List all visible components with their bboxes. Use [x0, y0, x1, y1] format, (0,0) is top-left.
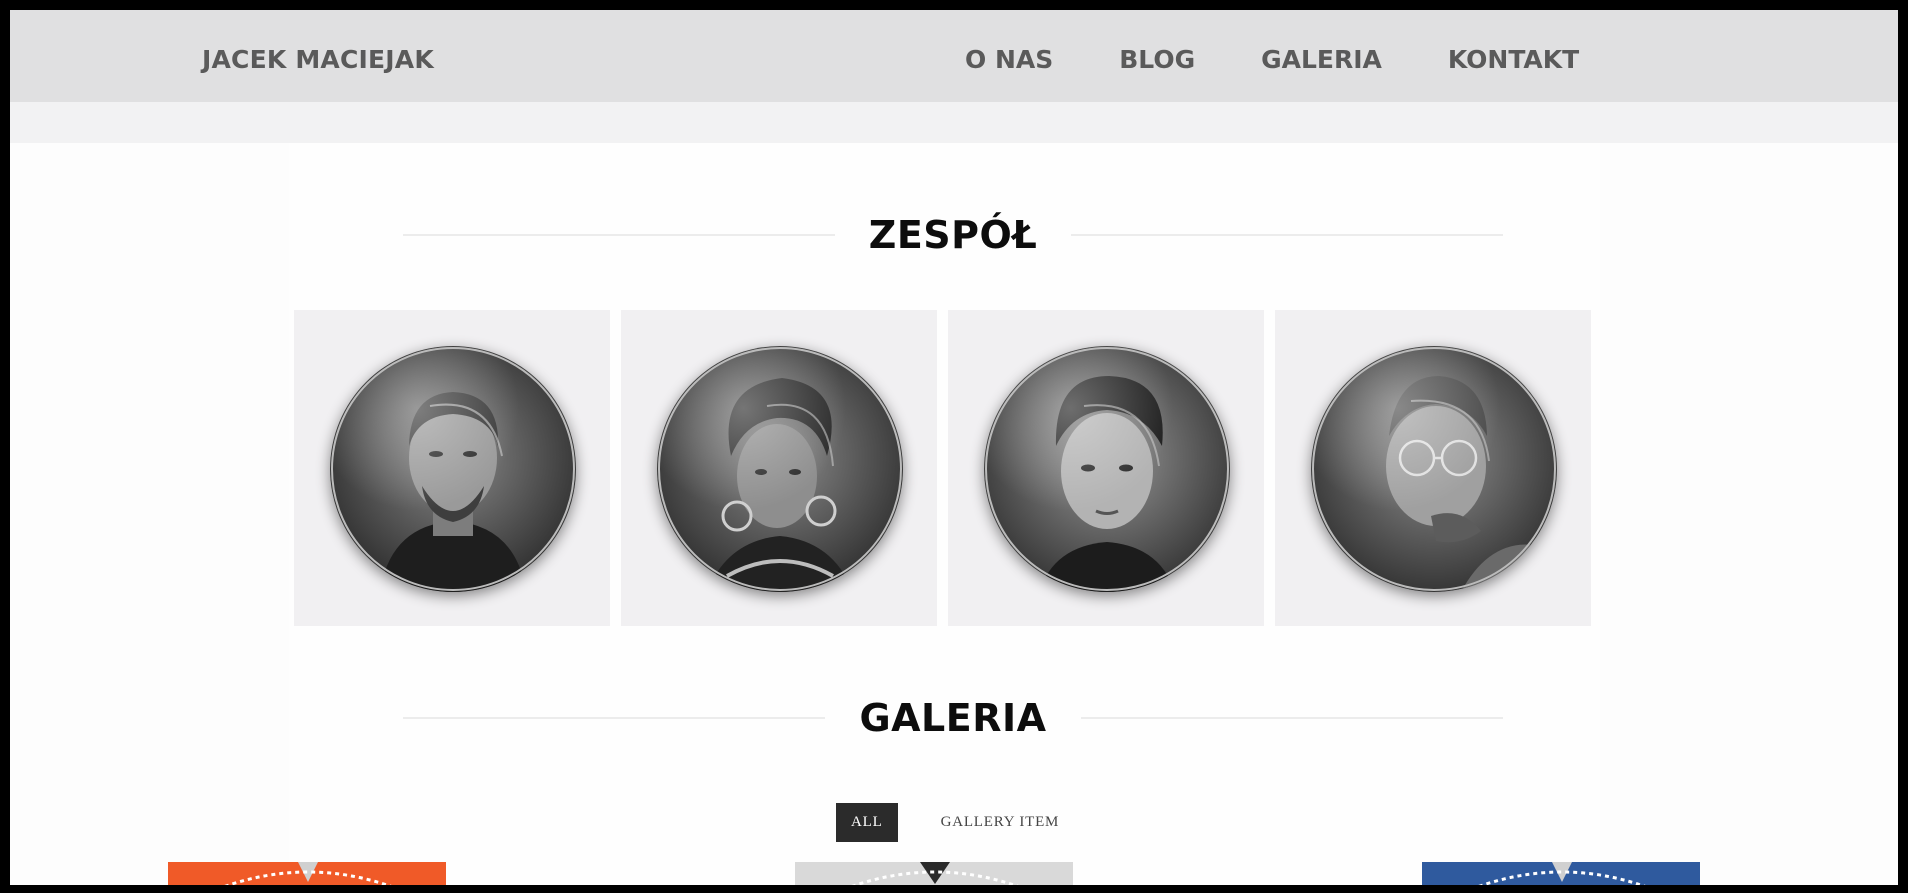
- main-nav: O NAS BLOG GALERIA KONTAKT: [965, 45, 1645, 74]
- top-navbar: JACEK MACIEJAK O NAS BLOG GALERIA KONTAK…: [10, 10, 1898, 102]
- header-subbar: [10, 102, 1898, 143]
- team-member-photo: [1311, 346, 1557, 592]
- gallery-section-title: GALERIA: [403, 693, 1503, 743]
- team-member-card[interactable]: [621, 310, 937, 626]
- gallery-filter-bar: ALL GALLERY ITEM: [836, 803, 1074, 842]
- young-man-portrait-image: [984, 346, 1230, 592]
- team-member-photo: [330, 346, 576, 592]
- filter-all-button[interactable]: ALL: [836, 803, 898, 842]
- man-glasses-portrait-image: [1311, 346, 1557, 592]
- team-section-title: ZESPÓŁ: [403, 210, 1503, 260]
- team-member-card[interactable]: [948, 310, 1264, 626]
- team-member-photo: [984, 346, 1230, 592]
- browser-viewport: JACEK MACIEJAK O NAS BLOG GALERIA KONTAK…: [10, 10, 1898, 885]
- gallery-thumbnail[interactable]: [1422, 862, 1700, 885]
- nav-link-kontakt[interactable]: KONTAKT: [1448, 45, 1579, 74]
- nav-link-blog[interactable]: BLOG: [1119, 45, 1195, 74]
- title-divider-left: [403, 717, 826, 719]
- site-brand-link[interactable]: JACEK MACIEJAK: [202, 45, 434, 74]
- team-member-photo: [657, 346, 903, 592]
- title-divider-right: [1071, 234, 1503, 236]
- man-beard-portrait-image: [330, 346, 576, 592]
- title-divider-right: [1080, 717, 1503, 719]
- nav-link-galeria[interactable]: GALERIA: [1261, 45, 1382, 74]
- nav-link-o-nas[interactable]: O NAS: [965, 45, 1053, 74]
- title-divider-left: [403, 234, 835, 236]
- gallery-thumbnail[interactable]: [168, 862, 446, 885]
- gallery-thumbnail-image: [795, 862, 1073, 885]
- team-member-card[interactable]: [1275, 310, 1591, 626]
- gallery-thumbnail[interactable]: [795, 862, 1073, 885]
- woman-hoop-earrings-portrait-image: [657, 346, 903, 592]
- filter-gallery-item-button[interactable]: GALLERY ITEM: [926, 803, 1075, 842]
- gallery-thumbnail-image: [1422, 862, 1700, 885]
- gallery-thumbnail-image: [168, 862, 446, 885]
- gallery-heading: GALERIA: [859, 696, 1047, 740]
- team-heading: ZESPÓŁ: [868, 213, 1038, 257]
- team-member-card[interactable]: [294, 310, 610, 626]
